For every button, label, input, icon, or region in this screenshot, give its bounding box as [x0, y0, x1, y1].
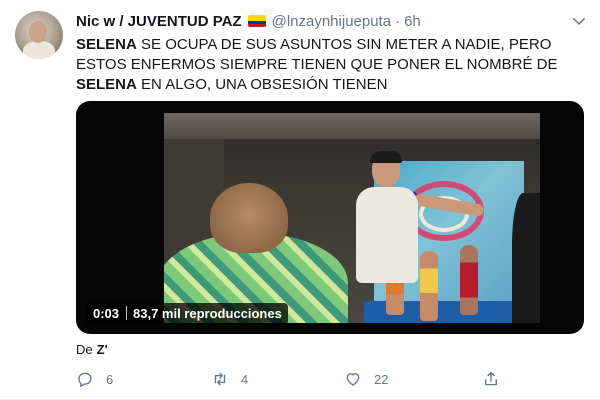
tweet[interactable]: Nic w / JUVENTUD PAZ @lnzaynhijueputa · …	[0, 0, 600, 400]
tweet-text-bold: SELENA	[76, 36, 137, 53]
tweet-actions: 6 4 22	[76, 368, 586, 390]
media-source-attribution: De Z'	[76, 342, 108, 357]
like-button[interactable]: 22	[344, 368, 388, 390]
like-count: 22	[374, 371, 389, 387]
reply-icon	[78, 372, 92, 387]
tweet-text-segment: EN ALGO, UNA OBSESIÓN TIENEN	[136, 76, 388, 93]
retweet-icon	[214, 372, 226, 386]
view-count-text: 83,7 mil reproducciones	[133, 306, 282, 321]
share-button[interactable]	[482, 368, 500, 390]
tweet-header: Nic w / JUVENTUD PAZ @lnzaynhijueputa · …	[76, 11, 421, 31]
tweet-text-segment: SE OCUPA DE SUS ASUNTOS SIN METER A NADI…	[76, 36, 558, 73]
video-player[interactable]: 0:03 83,7 mil reproducciones	[76, 101, 584, 334]
video-scene-dancer	[460, 245, 478, 315]
user-handle[interactable]: @lnzaynhijueputa	[272, 13, 391, 30]
video-scene-silhouette	[512, 193, 540, 323]
tweet-timestamp[interactable]: 6h	[404, 13, 421, 30]
video-scene-performer	[350, 151, 485, 303]
video-scene-dancer	[420, 251, 438, 321]
retweet-count: 4	[241, 371, 249, 387]
view-count-divider	[126, 306, 127, 320]
avatar-figure-body	[23, 41, 55, 59]
colombia-flag-icon	[247, 15, 266, 27]
video-scene-viewer-head	[210, 183, 288, 253]
video-view-count: 83,7 mil reproducciones	[120, 303, 288, 325]
source-account-link[interactable]: Z'	[97, 342, 108, 357]
chevron-down-icon[interactable]	[570, 12, 588, 30]
reply-count: 6	[106, 371, 114, 387]
share-icon	[485, 371, 497, 386]
tweet-text: SELENA SE OCUPA DE SUS ASUNTOS SIN METER…	[76, 35, 586, 95]
video-frame	[164, 113, 540, 323]
heart-icon	[346, 373, 360, 386]
reply-button[interactable]: 6	[76, 368, 113, 390]
source-prefix: De	[76, 342, 93, 357]
avatar[interactable]	[15, 11, 63, 59]
retweet-button[interactable]: 4	[211, 368, 248, 390]
avatar-figure-face	[29, 21, 47, 43]
display-name[interactable]: Nic w / JUVENTUD PAZ	[76, 13, 242, 30]
tweet-text-bold: SELENA	[76, 76, 137, 93]
header-separator: ·	[395, 12, 401, 30]
video-scene-ceiling	[164, 113, 540, 139]
